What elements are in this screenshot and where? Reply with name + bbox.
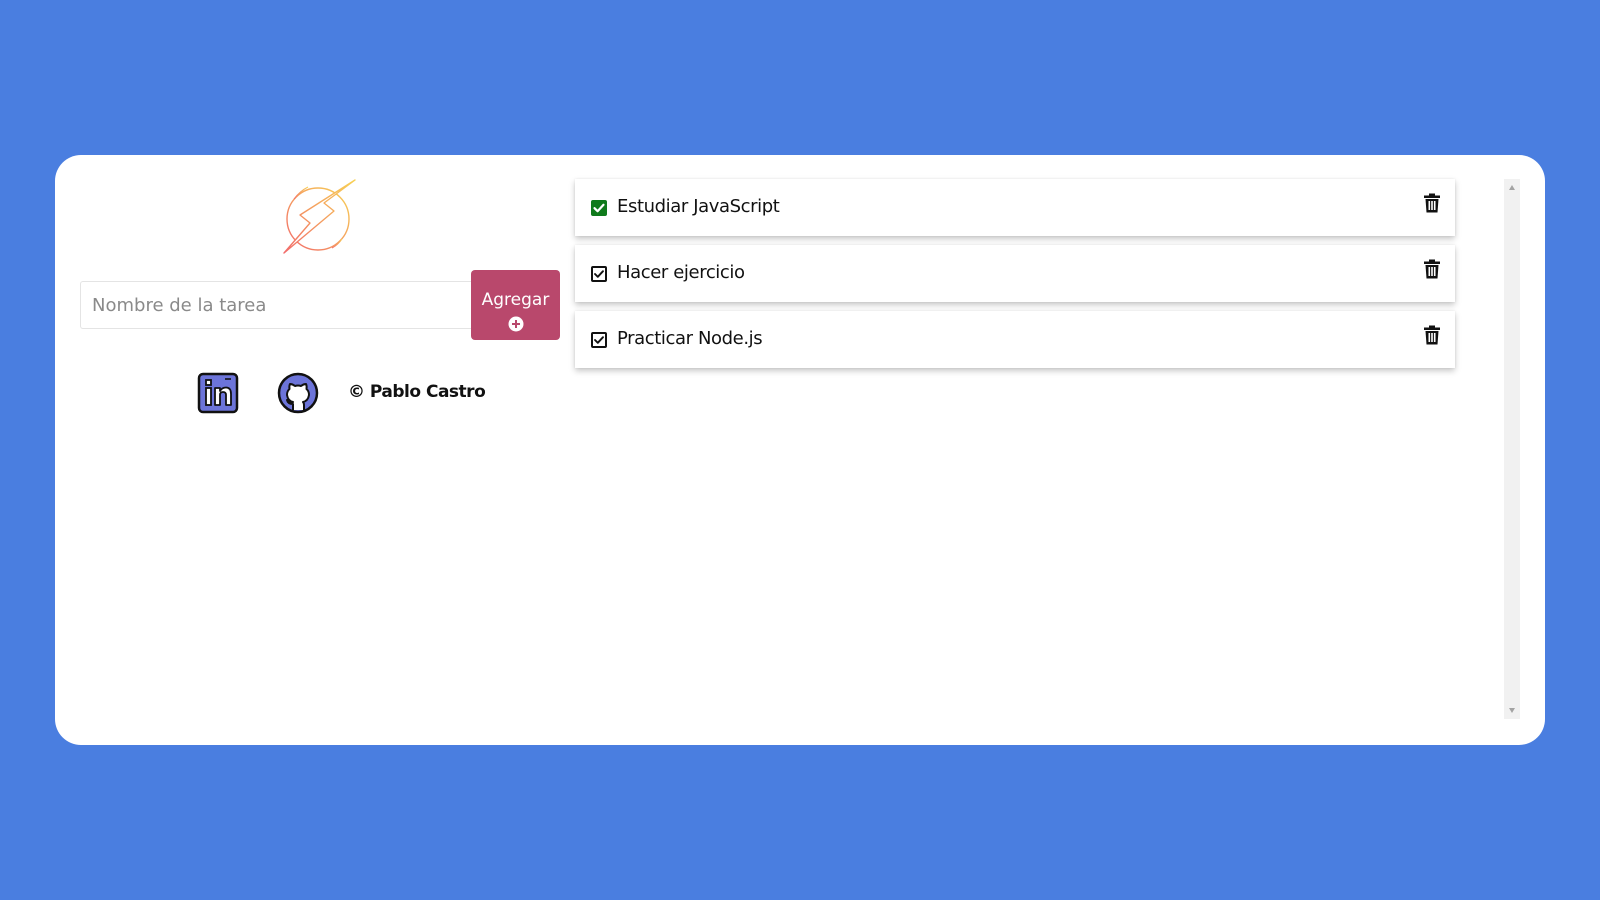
pending-checkbox[interactable] bbox=[591, 266, 607, 282]
lightning-bolt-circle-icon bbox=[280, 177, 360, 257]
footer: © Pablo Castro bbox=[55, 372, 635, 416]
github-icon[interactable] bbox=[277, 372, 319, 414]
completed-checkbox[interactable] bbox=[591, 200, 607, 216]
copyright-text: © Pablo Castro bbox=[348, 382, 486, 402]
left-panel: Agregar bbox=[55, 155, 635, 745]
scroll-up-icon[interactable] bbox=[1509, 185, 1515, 190]
task-list: Estudiar JavaScript Hacer ejercicio Prac… bbox=[575, 179, 1481, 724]
trash-icon[interactable] bbox=[1423, 193, 1441, 213]
task-item: Practicar Node.js bbox=[575, 311, 1455, 368]
app-card: Agregar bbox=[55, 155, 1545, 745]
add-task-button[interactable]: Agregar bbox=[471, 270, 560, 340]
task-item: Hacer ejercicio bbox=[575, 245, 1455, 302]
task-text: Estudiar JavaScript bbox=[617, 196, 780, 217]
pending-checkbox[interactable] bbox=[591, 332, 607, 348]
linkedin-icon[interactable] bbox=[197, 372, 239, 414]
add-button-label: Agregar bbox=[481, 290, 550, 310]
plus-circle-icon bbox=[508, 316, 524, 332]
task-text: Practicar Node.js bbox=[617, 328, 763, 349]
task-name-input[interactable] bbox=[80, 281, 472, 329]
task-item: Estudiar JavaScript bbox=[575, 179, 1455, 236]
task-list-scrollbar[interactable] bbox=[1504, 179, 1520, 719]
trash-icon[interactable] bbox=[1423, 259, 1441, 279]
trash-icon[interactable] bbox=[1423, 325, 1441, 345]
task-text: Hacer ejercicio bbox=[617, 262, 745, 283]
scroll-down-icon[interactable] bbox=[1509, 708, 1515, 713]
